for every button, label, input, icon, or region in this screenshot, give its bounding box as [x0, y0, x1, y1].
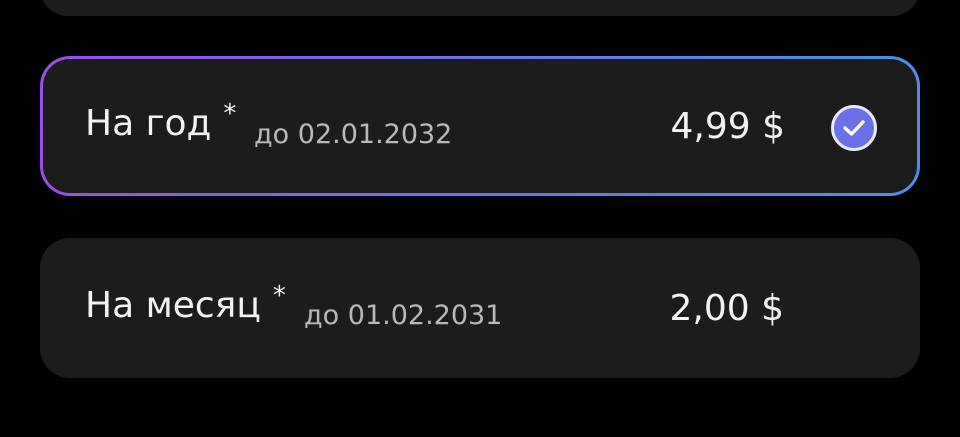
plan-title-text: На месяц: [85, 285, 261, 326]
plan-title: На месяц *: [85, 281, 286, 326]
checkmark-icon: [843, 120, 865, 136]
plan-asterisk: *: [223, 99, 237, 129]
plan-card-monthly[interactable]: На месяц * до 01.02.2031 2,00 $: [40, 238, 920, 378]
plan-card-previous[interactable]: [40, 0, 920, 16]
plan-title: На год *: [85, 99, 236, 144]
plan-card-yearly[interactable]: На год * до 02.01.2032 4,99 $: [40, 56, 920, 196]
plan-price: 2,00 $: [669, 288, 784, 329]
plan-price: 4,99 $: [670, 106, 785, 147]
plan-asterisk: *: [272, 281, 286, 311]
plan-title-text: На год: [85, 103, 212, 144]
check-circle-icon[interactable]: [831, 105, 877, 151]
plan-expiry-date: до 02.01.2032: [254, 119, 453, 150]
subscription-plans-screen: На год * до 02.01.2032 4,99 $ На месяц * д…: [0, 0, 960, 437]
plan-expiry-date: до 01.02.2031: [304, 300, 503, 331]
